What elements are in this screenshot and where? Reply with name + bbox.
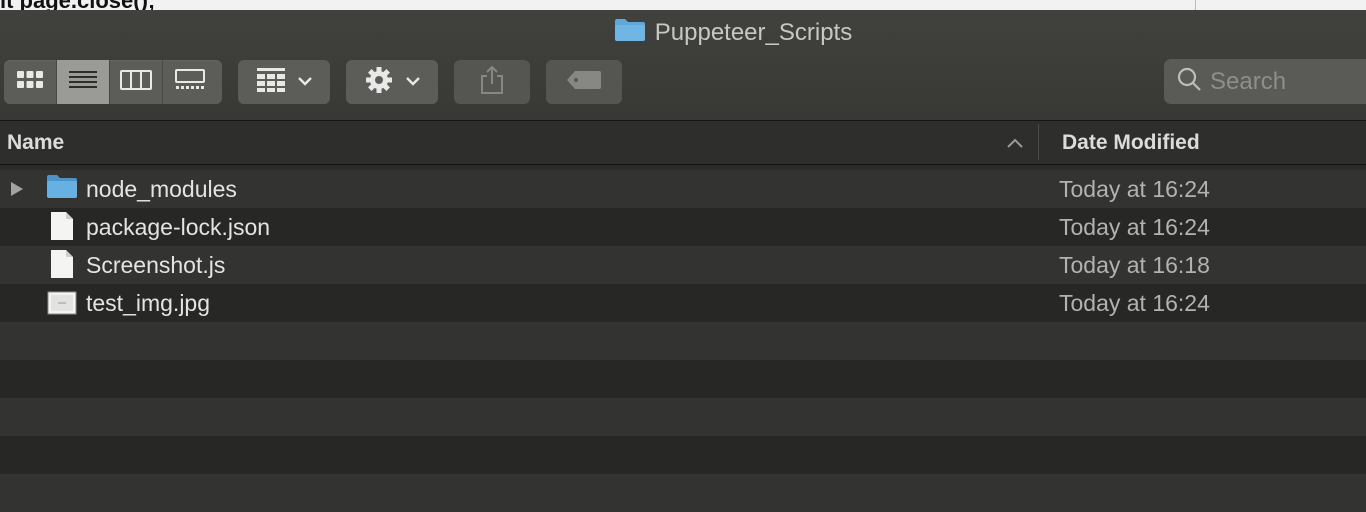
- list-view-icon: [68, 69, 98, 96]
- empty-row: [0, 322, 1366, 360]
- file-name: test_img.jpg: [86, 290, 211, 316]
- file-name: Screenshot.js: [86, 252, 226, 278]
- file-date: Today at 16:24: [1059, 290, 1210, 316]
- image-file-icon: [47, 291, 77, 320]
- icon-view-icon: [16, 70, 44, 95]
- date-modified-column-header[interactable]: Date Modified: [1062, 131, 1200, 155]
- share-icon: [479, 65, 505, 100]
- file-date: Today at 16:24: [1059, 176, 1210, 202]
- file-list: node_modules Today at 16:24 package-lock…: [0, 170, 1366, 512]
- group-by-button[interactable]: [238, 60, 330, 104]
- list-view-button[interactable]: [57, 60, 110, 104]
- sort-ascending-icon[interactable]: [1007, 135, 1023, 153]
- window-title-text: Puppeteer_Scripts: [654, 19, 853, 46]
- file-row-screenshot-js[interactable]: Screenshot.js Today at 16:18: [0, 246, 1366, 284]
- empty-row: [0, 436, 1366, 474]
- empty-row: [0, 474, 1366, 512]
- document-icon: [50, 211, 74, 246]
- search-field[interactable]: [1164, 59, 1366, 104]
- search-icon: [1176, 66, 1202, 97]
- file-name: package-lock.json: [86, 214, 271, 240]
- tag-icon: [566, 70, 602, 95]
- disclosure-triangle-icon[interactable]: [10, 181, 24, 202]
- share-button[interactable]: [454, 60, 530, 104]
- gallery-view-icon: [174, 68, 206, 96]
- empty-row: [0, 398, 1366, 436]
- column-header: Name Date Modified: [0, 121, 1366, 165]
- file-date: Today at 16:18: [1059, 252, 1210, 278]
- gallery-view-button[interactable]: [163, 60, 216, 104]
- file-date: Today at 16:24: [1059, 214, 1210, 240]
- empty-row: [0, 360, 1366, 398]
- gear-icon: [364, 65, 394, 100]
- file-row-node-modules[interactable]: node_modules Today at 16:24: [0, 170, 1366, 208]
- folder-icon: [614, 18, 646, 49]
- tags-button[interactable]: [546, 60, 622, 104]
- chevron-down-icon: [406, 73, 420, 91]
- document-icon: [50, 249, 74, 284]
- background-divider: [1195, 0, 1196, 10]
- background-code-text: it page.close();: [0, 0, 155, 10]
- column-divider[interactable]: [1038, 124, 1039, 160]
- folder-icon: [46, 173, 78, 204]
- icon-view-button[interactable]: [4, 60, 57, 104]
- column-view-button[interactable]: [110, 60, 163, 104]
- title-toolbar: Puppeteer_Scripts: [0, 10, 1366, 121]
- search-input[interactable]: [1210, 67, 1360, 96]
- file-row-package-lock[interactable]: package-lock.json Today at 16:24: [0, 208, 1366, 246]
- file-row-test-img[interactable]: test_img.jpg Today at 16:24: [0, 284, 1366, 322]
- window-title: Puppeteer_Scripts: [0, 18, 1366, 49]
- file-name: node_modules: [86, 176, 237, 202]
- action-button[interactable]: [346, 60, 438, 104]
- name-column-header[interactable]: Name: [7, 131, 64, 155]
- view-mode-control: [4, 60, 222, 104]
- background-editor: it page.close();: [0, 0, 1366, 10]
- column-view-icon: [120, 69, 152, 95]
- finder-window: Puppeteer_Scripts Search Name Date Modif…: [0, 10, 1366, 512]
- group-by-icon: [256, 67, 286, 98]
- chevron-down-icon: [298, 73, 312, 91]
